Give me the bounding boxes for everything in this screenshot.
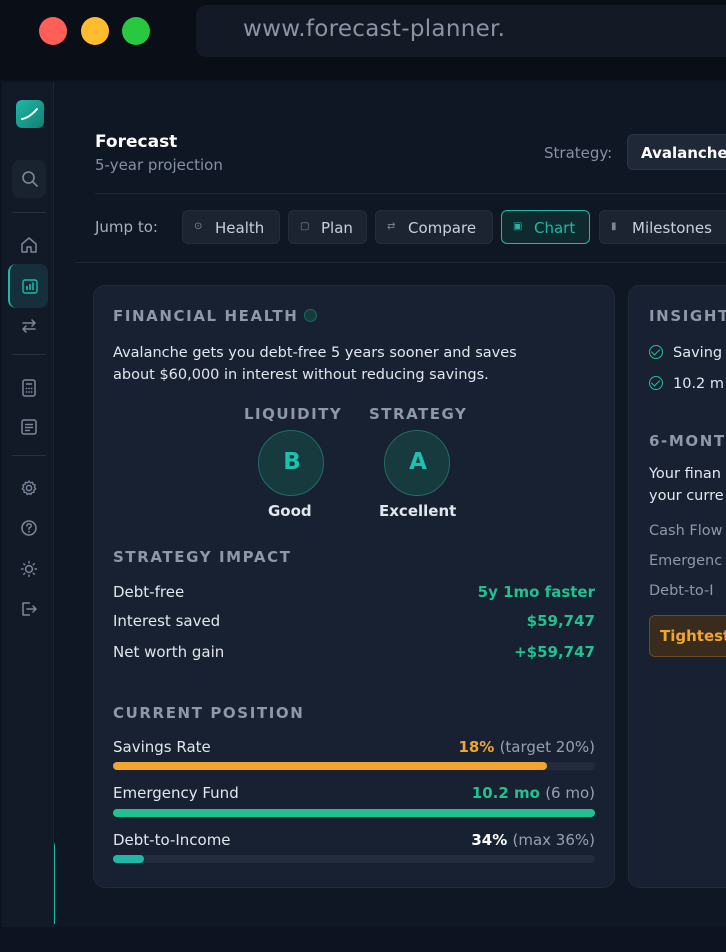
financial-health-heading: FINANCIAL HEALTH	[113, 307, 318, 325]
jump-milestones-button[interactable]: ▮ Milestones	[599, 210, 726, 244]
settings-gear-icon[interactable]	[18, 477, 40, 499]
emergency-fund-bar-fill	[113, 809, 595, 817]
strategy-grade-word: Excellent	[379, 502, 457, 520]
impact-label-interest-saved: Interest saved	[113, 612, 221, 630]
insight-item: Saving	[649, 345, 722, 361]
strategy-select-value: Avalanche	[641, 144, 726, 162]
health-icon: ⊙	[194, 221, 203, 232]
debt-to-income-label: Debt-to-Income	[113, 831, 231, 849]
check-circle-icon	[649, 376, 663, 390]
emergency-row: Emergenc	[649, 553, 723, 569]
jump-plan-button[interactable]: ▢ Plan	[288, 210, 367, 244]
chart-icon: ▣	[513, 221, 523, 232]
insight-item: 10.2 m	[649, 376, 724, 392]
emergency-fund-value: 10.2 mo (6 mo)	[471, 784, 595, 802]
plan-icon: ▢	[300, 221, 310, 232]
page-title: Forecast	[95, 132, 178, 152]
title-bar: www.forecast-planner.	[0, 0, 726, 80]
insights-heading: INSIGHTS	[649, 307, 726, 325]
debt-to-income-bar-fill	[113, 855, 145, 863]
jump-health-button[interactable]: ⊙ Health	[182, 210, 280, 244]
sidebar-item-forecast[interactable]	[8, 264, 48, 308]
info-icon[interactable]	[304, 309, 318, 322]
toolbar-divider	[75, 262, 726, 263]
summary-line-2: about $60,000 in interest without reduci…	[113, 367, 489, 383]
liquidity-label: LIQUIDITY	[244, 405, 343, 423]
calculator-icon[interactable]	[18, 377, 40, 399]
liquidity-grade-word: Good	[268, 502, 312, 520]
sidebar-divider	[12, 455, 46, 456]
emergency-fund-bar	[113, 809, 595, 817]
sidebar-divider	[12, 354, 46, 355]
sidebar-search-button[interactable]	[12, 160, 46, 198]
milestones-icon: ▮	[611, 221, 617, 232]
debt-to-income-value: 34% (max 36%)	[471, 831, 595, 849]
debt-to-income-bar	[113, 855, 595, 863]
six-month-text-1: Your finan	[649, 466, 721, 482]
six-month-heading: 6-MONT	[649, 432, 726, 450]
sidebar-divider	[12, 212, 46, 213]
impact-label-debt-free: Debt-free	[113, 583, 185, 601]
sidebar	[2, 82, 54, 927]
bar-chart-icon	[19, 275, 41, 297]
address-url: www.forecast-planner.	[243, 16, 506, 42]
strategy-impact-heading: STRATEGY IMPACT	[113, 548, 292, 566]
savings-rate-label: Savings Rate	[113, 738, 211, 756]
strategy-label: Strategy:	[544, 144, 613, 162]
impact-label-net-worth: Net worth gain	[113, 643, 225, 661]
tightest-badge[interactable]: Tightest	[649, 615, 726, 657]
insights-card: INSIGHTS Saving 10.2 m 6-MONT Your finan…	[628, 285, 726, 888]
sun-icon[interactable]	[18, 558, 40, 580]
cash-flow-row: Cash Flow	[649, 523, 723, 539]
check-circle-icon	[649, 345, 663, 359]
search-icon	[19, 168, 41, 190]
app-window: www.forecast-planner. Forecast 5-year pr…	[0, 0, 726, 952]
jump-chart-button[interactable]: ▣ Chart	[501, 210, 590, 244]
help-icon[interactable]	[18, 517, 40, 539]
six-month-text-2: your curre	[649, 488, 724, 504]
minimize-window-button[interactable]	[81, 17, 109, 45]
app-logo[interactable]	[16, 100, 44, 128]
strategy-grade-label: STRATEGY	[369, 405, 468, 423]
page-subtitle: 5-year projection	[95, 156, 223, 174]
impact-value-net-worth: +$59,747	[514, 643, 595, 661]
current-position-heading: CURRENT POSITION	[113, 704, 305, 722]
impact-value-interest-saved: $59,747	[526, 612, 595, 630]
savings-rate-bar	[113, 762, 595, 770]
home-icon[interactable]	[18, 234, 40, 256]
savings-rate-bar-fill	[113, 762, 547, 770]
transfer-icon[interactable]	[18, 315, 40, 337]
strategy-select[interactable]: Avalanche	[627, 134, 726, 170]
liquidity-grade-badge: B	[258, 430, 324, 496]
report-icon[interactable]	[18, 416, 40, 438]
debt-to-income-row: Debt-to-I	[649, 583, 714, 599]
compare-icon: ⇄	[387, 221, 396, 232]
logout-icon[interactable]	[18, 598, 40, 620]
header-divider	[95, 193, 726, 194]
close-window-button[interactable]	[39, 17, 67, 45]
savings-rate-value: 18% (target 20%)	[458, 738, 595, 756]
emergency-fund-label: Emergency Fund	[113, 784, 239, 802]
jump-to-label: Jump to:	[95, 218, 158, 236]
main-content: Forecast 5-year projection Strategy: Ava…	[55, 82, 726, 927]
summary-line-1: Avalanche gets you debt-free 5 years soo…	[113, 345, 517, 361]
impact-value-debt-free: 5y 1mo faster	[477, 583, 595, 601]
jump-compare-button[interactable]: ⇄ Compare	[375, 210, 493, 244]
strategy-grade-badge: A	[384, 430, 450, 496]
maximize-window-button[interactable]	[122, 17, 150, 45]
